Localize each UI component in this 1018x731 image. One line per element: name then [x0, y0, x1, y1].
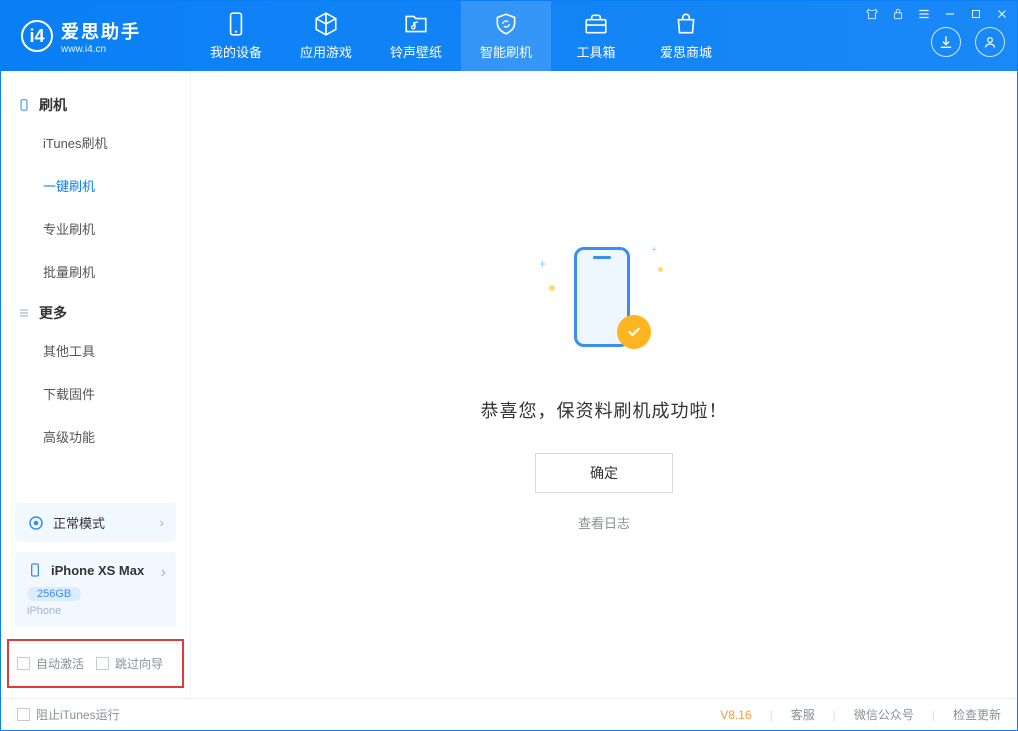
checkbox-icon [17, 657, 30, 670]
mode-label: 正常模式 [53, 513, 105, 532]
toolbox-icon [583, 11, 609, 37]
version-label: V8.16 [720, 708, 751, 722]
nav-ringtone[interactable]: 铃声壁纸 [371, 1, 461, 71]
success-message: 恭喜您，保资料刷机成功啦！ [481, 397, 728, 423]
mode-icon [27, 514, 45, 532]
logo-icon: i4 [21, 20, 53, 52]
phone-icon [223, 11, 249, 37]
status-link-wechat[interactable]: 微信公众号 [854, 706, 914, 723]
ok-button[interactable]: 确定 [535, 453, 673, 493]
app-name: 爱思助手 [61, 18, 141, 44]
checkbox-icon [17, 708, 30, 721]
checkbox-icon [96, 657, 109, 670]
sidebar-item-other-tools[interactable]: 其他工具 [1, 329, 190, 372]
statusbar: 阻止iTunes运行 V8.16 | 客服 | 微信公众号 | 检查更新 [1, 698, 1017, 730]
device-phone-icon [27, 562, 43, 578]
sidebar-item-pro-flash[interactable]: 专业刷机 [1, 207, 190, 250]
app-domain: www.i4.cn [61, 44, 141, 55]
nav-toolbox[interactable]: 工具箱 [551, 1, 641, 71]
checkbox-block-itunes[interactable]: 阻止iTunes运行 [17, 706, 120, 723]
chevron-right-icon: › [161, 564, 166, 582]
success-illustration: + + [539, 237, 669, 367]
close-icon[interactable] [995, 7, 1009, 21]
device-type: iPhone [27, 605, 164, 617]
nav-flash[interactable]: 智能刷机 [461, 1, 551, 71]
tshirt-icon[interactable] [865, 7, 879, 21]
nav-store[interactable]: 爱思商城 [641, 1, 731, 71]
app-logo[interactable]: i4 爱思助手 www.i4.cn [1, 18, 191, 55]
main-content: + + 恭喜您，保资料刷机成功啦！ 确定 查看日志 [191, 71, 1017, 698]
storage-badge: 256GB [27, 587, 81, 601]
view-log-link[interactable]: 查看日志 [578, 513, 630, 532]
maximize-icon[interactable] [969, 7, 983, 21]
body: 刷机 iTunes刷机 一键刷机 专业刷机 批量刷机 更多 其他工具 下载固件 … [1, 71, 1017, 698]
music-folder-icon [403, 11, 429, 37]
list-icon [17, 306, 31, 320]
titlebar: i4 爱思助手 www.i4.cn 我的设备 应用游戏 铃声壁纸 智能刷机 工具… [1, 1, 1017, 71]
device-name: iPhone XS Max [51, 563, 144, 578]
minimize-icon[interactable] [943, 7, 957, 21]
checkbox-skip-guide[interactable]: 跳过向导 [96, 655, 163, 672]
sidebar-item-oneclick-flash[interactable]: 一键刷机 [1, 164, 190, 207]
menu-icon[interactable] [917, 7, 931, 21]
status-link-support[interactable]: 客服 [791, 706, 815, 723]
device-icon [17, 98, 31, 112]
download-icon[interactable] [931, 27, 961, 57]
chevron-right-icon: › [160, 515, 164, 530]
sidebar: 刷机 iTunes刷机 一键刷机 专业刷机 批量刷机 更多 其他工具 下载固件 … [1, 71, 191, 698]
checkbox-auto-activate[interactable]: 自动激活 [17, 655, 84, 672]
nav-apps[interactable]: 应用游戏 [281, 1, 371, 71]
sidebar-section-flash: 刷机 [1, 89, 190, 121]
sidebar-item-itunes-flash[interactable]: iTunes刷机 [1, 121, 190, 164]
sidebar-item-advanced[interactable]: 高级功能 [1, 415, 190, 458]
flash-options-highlighted: 自动激活 跳过向导 [7, 639, 184, 688]
check-badge-icon [617, 315, 651, 349]
status-link-update[interactable]: 检查更新 [953, 706, 1001, 723]
cube-icon [313, 11, 339, 37]
nav-my-device[interactable]: 我的设备 [191, 1, 281, 71]
sidebar-item-download-firmware[interactable]: 下载固件 [1, 372, 190, 415]
bag-icon [673, 11, 699, 37]
lock-icon[interactable] [891, 7, 905, 21]
sidebar-item-batch-flash[interactable]: 批量刷机 [1, 250, 190, 293]
sidebar-section-more: 更多 [1, 297, 190, 329]
mode-card[interactable]: 正常模式 › [15, 503, 176, 542]
shield-sync-icon [493, 11, 519, 37]
device-card[interactable]: iPhone XS Max 256GB iPhone › [15, 552, 176, 627]
user-icon[interactable] [975, 27, 1005, 57]
nav-tabs: 我的设备 应用游戏 铃声壁纸 智能刷机 工具箱 爱思商城 [191, 1, 731, 71]
